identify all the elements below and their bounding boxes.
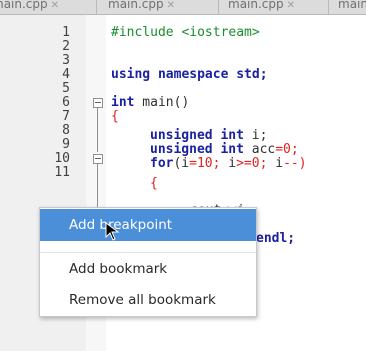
- line-number: 4: [62, 67, 70, 82]
- tab-divider: [328, 0, 329, 14]
- code-line: for(i=10; i>=0; i--): [150, 156, 307, 171]
- tab-label: main.cpp: [108, 0, 164, 11]
- line-number: 9: [62, 137, 70, 152]
- close-icon[interactable]: ✕: [287, 0, 295, 11]
- code-line: #include <iostream>: [111, 25, 260, 40]
- line-number: 6: [62, 95, 70, 110]
- line-number: 5: [62, 81, 70, 96]
- tab-main-4[interactable]: main.: [332, 0, 366, 13]
- line-number: 10: [54, 151, 70, 166]
- remove-all-bookmark-menu-item[interactable]: Remove all bookmark: [40, 284, 256, 316]
- code-line: {: [111, 109, 119, 124]
- mouse-pointer-icon: [105, 222, 120, 241]
- line-number: 7: [62, 109, 70, 124]
- code-line: {: [150, 176, 158, 191]
- line-number: 11: [54, 165, 70, 180]
- tab-main-cpp-1[interactable]: main.cpp✕: [0, 0, 65, 13]
- close-icon[interactable]: ✕: [167, 0, 175, 11]
- tab-main-cpp-2[interactable]: main.cpp ✕: [102, 0, 181, 13]
- close-icon[interactable]: ✕: [51, 0, 59, 11]
- tab-bar: main.cpp✕ main.cpp✕ main.cpp✕ main.: [0, 0, 366, 15]
- tab-divider: [218, 0, 219, 14]
- code-line: int main(): [111, 95, 190, 110]
- fold-guide-line: [97, 108, 98, 152]
- code-line: unsigned int i;: [150, 128, 268, 143]
- tab-main-cpp-3[interactable]: main.cpp ✕: [222, 0, 301, 13]
- fold-guide-line: [97, 164, 98, 208]
- editor-context-menu: Add breakpoint Add bookmark Remove all b…: [39, 207, 257, 317]
- tab-label: main.cpp: [0, 0, 48, 11]
- add-breakpoint-menu-item[interactable]: Add breakpoint: [40, 209, 256, 241]
- line-number: 2: [62, 39, 70, 54]
- fold-collapse-icon[interactable]: [93, 98, 103, 108]
- tab-divider: [96, 0, 97, 14]
- line-number: 8: [62, 123, 70, 138]
- line-number: 1: [62, 25, 70, 40]
- code-line: endl;: [256, 231, 296, 246]
- line-number: 3: [62, 53, 70, 68]
- add-bookmark-menu-item[interactable]: Add bookmark: [40, 253, 256, 285]
- tab-label: main.cpp: [228, 0, 284, 11]
- code-line: using namespace std;: [111, 67, 268, 82]
- tab-label: main.: [338, 0, 366, 11]
- code-line: unsigned int acc=0;: [150, 142, 299, 157]
- fold-collapse-icon[interactable]: [93, 154, 103, 164]
